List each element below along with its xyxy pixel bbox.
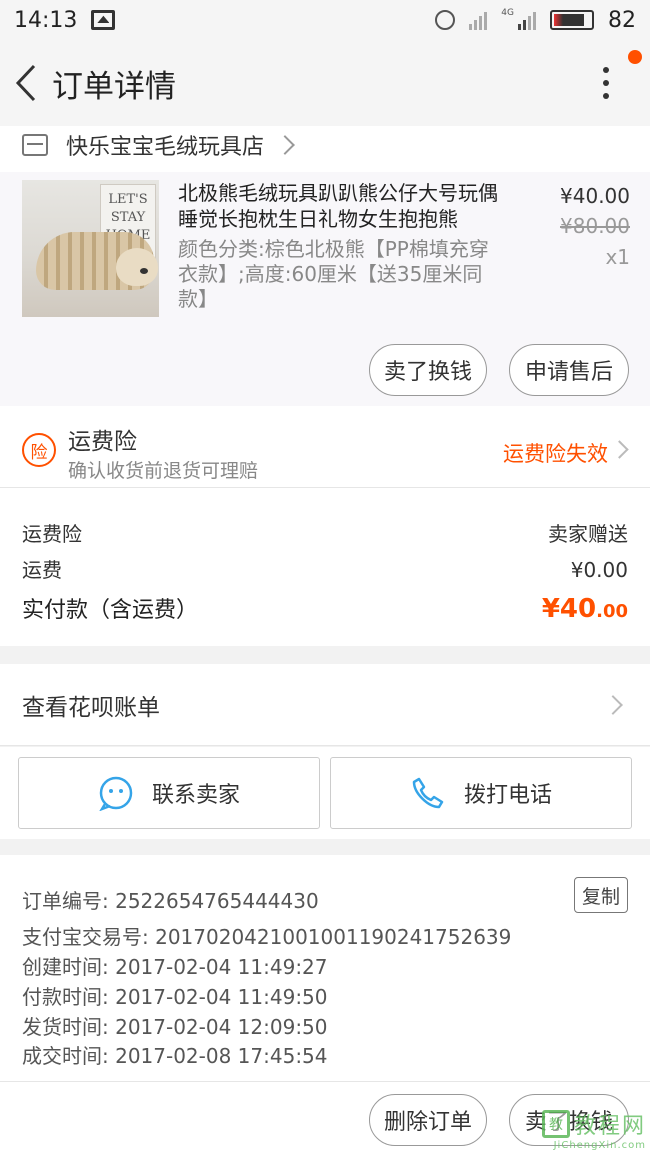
title-bar: 订单详情 — [0, 40, 650, 126]
price-summary: 运费险 卖家赠送 运费 ¥0.00 实付款（含运费） ¥40.00 — [0, 488, 650, 646]
watermark-logo: 教 — [541, 1110, 570, 1138]
product-title: 北极熊毛绒玩具趴趴熊公仔大号玩偶睡觉长抱枕生日礼物女生抱抱熊 — [178, 181, 498, 231]
shipping-insurance-row[interactable]: 险 运费险 确认收货前退货可理赔 运费险失效 — [0, 406, 650, 488]
copy-button[interactable]: 复制 — [574, 877, 628, 913]
watermark-text: 教程网 — [573, 1114, 646, 1139]
created-time: 创建时间: 2017-02-04 11:49:27 — [22, 955, 328, 979]
summary-shipping-value: ¥0.00 — [570, 558, 628, 582]
resell-button[interactable]: 卖了换钱 — [369, 344, 487, 396]
completed-time: 成交时间: 2017-02-08 17:45:54 — [22, 1044, 328, 1068]
summary-insurance-value: 卖家赠送 — [548, 522, 628, 546]
total-amount: ¥40.00 — [541, 594, 628, 624]
signal-icon-2 — [518, 10, 536, 30]
insurance-title: 运费险 — [68, 429, 137, 455]
product-quantity: x1 — [605, 245, 630, 269]
page-title: 订单详情 — [52, 68, 176, 105]
summary-insurance-label: 运费险 — [22, 522, 82, 546]
chevron-right-icon — [603, 695, 623, 715]
product-image: LET'S STAY HOME — [22, 180, 159, 317]
call-phone-button[interactable]: 拨打电话 — [330, 757, 632, 829]
shop-icon — [22, 134, 48, 156]
insurance-icon: 险 — [22, 433, 56, 467]
delete-order-button[interactable]: 删除订单 — [369, 1094, 487, 1146]
order-number: 订单编号: 2522654765444430 — [22, 889, 319, 913]
alarm-icon — [435, 10, 456, 30]
product-original-price: ¥80.00 — [560, 214, 630, 238]
paid-time: 付款时间: 2017-02-04 11:49:50 — [22, 985, 328, 1009]
after-sale-button[interactable]: 申请售后 — [509, 344, 629, 396]
order-info: 订单编号: 2522654765444430 复制 支付宝交易号: 201702… — [0, 855, 650, 1081]
huabei-label: 查看花呗账单 — [22, 694, 160, 721]
battery-percent: 82 — [608, 7, 636, 33]
product-price: ¥40.00 — [560, 184, 630, 208]
image-notification-icon — [91, 10, 116, 30]
summary-shipping-label: 运费 — [22, 558, 62, 582]
insurance-status: 运费险失效 — [503, 442, 608, 466]
call-phone-label: 拨打电话 — [463, 783, 552, 808]
insurance-subtitle: 确认收货前退货可理赔 — [68, 460, 259, 482]
goods-item[interactable]: LET'S STAY HOME 北极熊毛绒玩具趴趴熊公仔大号玩偶睡觉长抱枕生日礼… — [0, 172, 650, 406]
notification-dot — [628, 50, 642, 64]
shop-row[interactable]: 快乐宝宝毛绒玩具店 — [0, 126, 650, 172]
signal-icon — [469, 10, 488, 30]
shop-name: 快乐宝宝毛绒玩具店 — [66, 135, 265, 160]
back-arrow-icon[interactable] — [2, 53, 50, 113]
status-bar: 14:13 4G 82 — [0, 0, 650, 40]
contact-seller-button[interactable]: 联系卖家 — [18, 757, 320, 829]
watermark: 教 教程网 JiChengXin.com — [541, 1108, 646, 1151]
chat-icon — [99, 776, 133, 811]
alipay-number: 支付宝交易号: 2017020421001001190241752639 — [22, 925, 512, 949]
chevron-right-icon — [275, 135, 295, 155]
contact-seller-label: 联系卖家 — [151, 783, 240, 808]
watermark-url: JiChengXin.com — [553, 1140, 646, 1151]
more-menu-icon[interactable] — [576, 50, 642, 113]
bottom-action-bar: 删除订单 卖了换钱 教 教程网 JiChengXin.com — [0, 1081, 650, 1155]
total-label: 实付款（含运费） — [22, 598, 199, 623]
shipped-time: 发货时间: 2017-02-04 12:09:50 — [22, 1015, 328, 1039]
huabei-bill-row[interactable]: 查看花呗账单 — [0, 664, 650, 746]
battery-icon — [550, 10, 594, 30]
phone-icon — [412, 777, 444, 809]
contact-bar: 联系卖家 拨打电话 — [0, 747, 650, 839]
network-type: 4G — [501, 7, 514, 18]
status-time: 14:13 — [14, 7, 78, 33]
product-sku: 颜色分类:棕色北极熊【PP棉填充穿衣款】;高度:60厘米【送35厘米同款】 — [178, 237, 489, 311]
chevron-right-icon — [610, 440, 629, 459]
